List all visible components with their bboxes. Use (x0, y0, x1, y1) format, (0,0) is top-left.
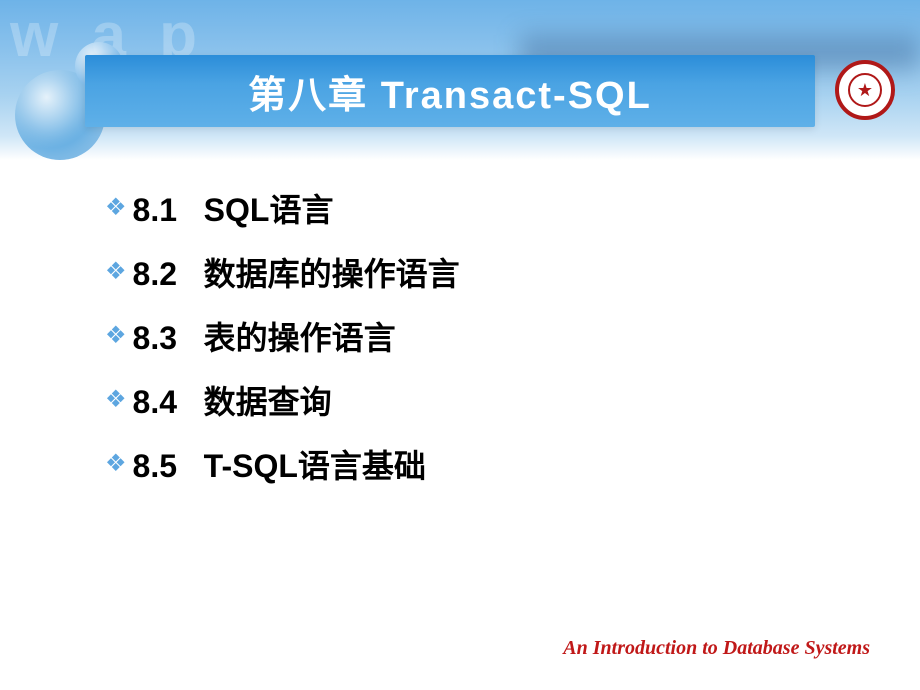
item-label: 数据查询 (204, 384, 332, 420)
item-label: T-SQL语言基础 (204, 448, 426, 484)
diamond-bullet-icon: ❖ (105, 452, 127, 476)
list-item: ❖ 8.4 数据查询 (105, 377, 805, 423)
footer-text: An Introduction to Database Systems (563, 637, 870, 660)
item-text: 8.4 数据查询 (133, 377, 332, 423)
item-label: 表的操作语言 (204, 320, 396, 356)
list-item: ❖ 8.5 T-SQL语言基础 (105, 441, 805, 487)
item-text: 8.2 数据库的操作语言 (133, 249, 460, 295)
diamond-bullet-icon: ❖ (105, 388, 127, 412)
item-text: 8.3 表的操作语言 (133, 313, 396, 359)
list-item: ❖ 8.2 数据库的操作语言 (105, 249, 805, 295)
item-label: 数据库的操作语言 (204, 256, 460, 292)
title-bar: 第八章 Transact-SQL (85, 55, 815, 127)
item-number: 8.4 (133, 384, 177, 420)
item-label: SQL语言 (204, 192, 334, 228)
item-number: 8.5 (133, 448, 177, 484)
item-number: 8.1 (133, 192, 177, 228)
slide-title: 第八章 Transact-SQL (248, 64, 652, 119)
item-number: 8.2 (133, 256, 177, 292)
diamond-bullet-icon: ❖ (105, 196, 127, 220)
item-number: 8.3 (133, 320, 177, 356)
item-text: 8.5 T-SQL语言基础 (133, 441, 426, 487)
seal-star-icon: ★ (848, 73, 882, 107)
university-seal: ★ (835, 60, 895, 120)
diamond-bullet-icon: ❖ (105, 324, 127, 348)
list-item: ❖ 8.1 SQL语言 (105, 185, 805, 231)
diamond-bullet-icon: ❖ (105, 260, 127, 284)
list-item: ❖ 8.3 表的操作语言 (105, 313, 805, 359)
content-list: ❖ 8.1 SQL语言 ❖ 8.2 数据库的操作语言 ❖ 8.3 表的操作语言 … (105, 185, 805, 505)
item-text: 8.1 SQL语言 (133, 185, 334, 231)
